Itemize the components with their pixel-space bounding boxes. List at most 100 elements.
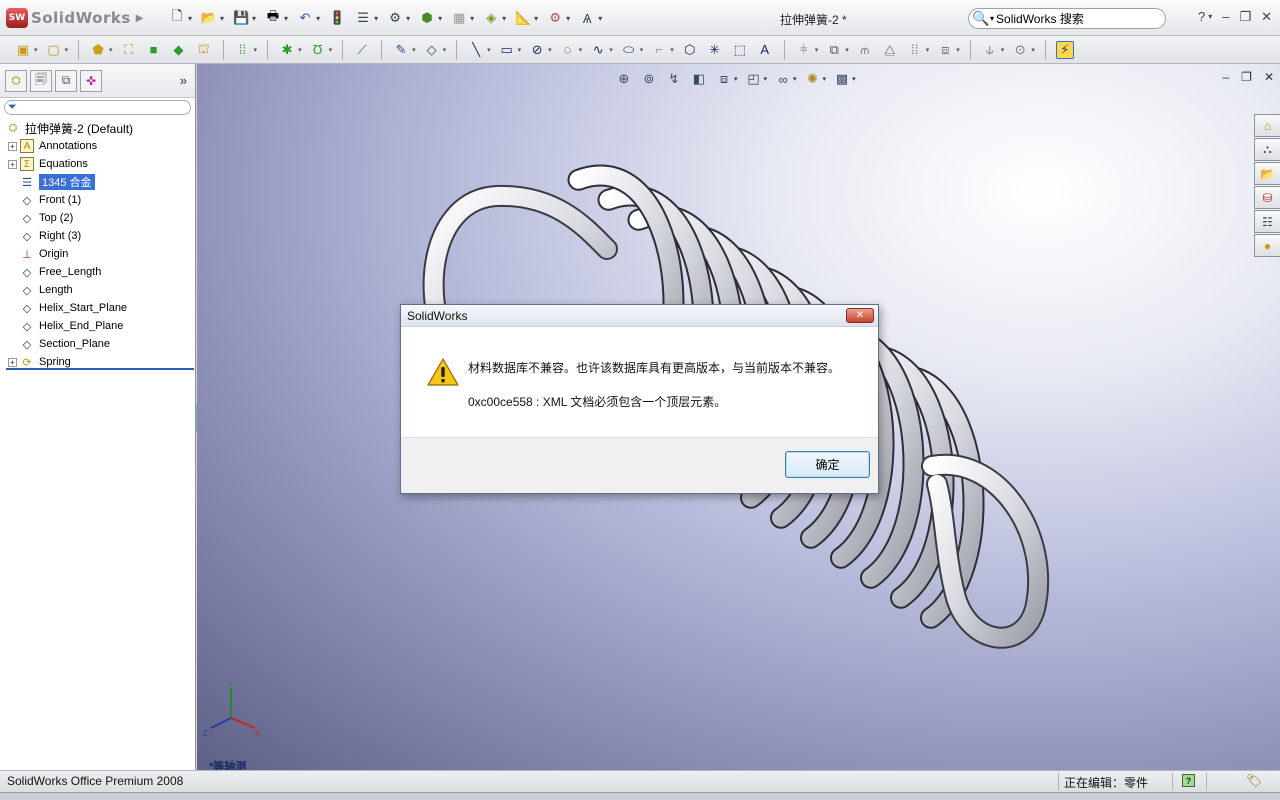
line-icon[interactable]: ╲ [467, 41, 485, 59]
dropdown-icon[interactable]: ▾ [518, 46, 522, 54]
dropdown-icon[interactable]: ▾ [316, 14, 320, 23]
solidworks-logo[interactable]: SW SolidWorks ▶ [6, 7, 143, 29]
text-icon[interactable]: A [756, 41, 774, 59]
fillet-icon[interactable]: ◆ [170, 41, 188, 59]
tree-item[interactable]: ◇ Free_Length [0, 263, 195, 281]
tree-item[interactable]: ◇ Section_Plane [0, 335, 195, 353]
measure-icon[interactable]: 📐 [514, 9, 532, 27]
tree-item[interactable]: ☰ 1345 合金 [0, 173, 195, 191]
point-icon[interactable]: ✳ [706, 41, 724, 59]
ellipse-icon[interactable]: ⬭ [620, 41, 638, 59]
tree-root[interactable]: ⛭ 拉伸弹簧-2 (Default) [0, 119, 195, 137]
feature-manager-tab-icon[interactable]: ⛭ [5, 69, 27, 92]
dropdown-icon[interactable]: ▾ [548, 46, 552, 54]
dimxpert-manager-tab-icon[interactable]: ✜ [80, 69, 102, 92]
expand-icon[interactable]: + [8, 357, 17, 367]
arc-icon[interactable]: ◌ [559, 41, 577, 59]
tree-item[interactable]: ◇ Helix_Start_Plane [0, 299, 195, 317]
configuration-manager-tab-icon[interactable]: ⧉ [55, 69, 77, 92]
dropdown-icon[interactable]: ▾ [252, 14, 256, 23]
tree-item[interactable]: ⊥ Origin [0, 245, 195, 263]
dropdown-icon[interactable]: ▾ [188, 14, 192, 23]
convert-entities-icon[interactable]: ⧉ [825, 41, 843, 59]
save-icon[interactable]: 💾 [232, 9, 250, 27]
search-box[interactable]: 🔍 ▾ SolidWorks 搜索 [968, 8, 1166, 29]
tree-item[interactable]: + Σ Equations [0, 155, 195, 173]
dropdown-icon[interactable]: ▾ [487, 46, 491, 54]
rib-icon[interactable]: ⛫ [195, 41, 213, 59]
sketch-icon[interactable]: ✎ [392, 41, 410, 59]
expand-icon[interactable]: + [8, 159, 17, 169]
dropdown-icon[interactable]: ▾ [65, 46, 69, 54]
dropdown-icon[interactable]: ▾ [374, 14, 378, 23]
dropdown-icon[interactable]: ▾ [1001, 46, 1005, 54]
settings-icon[interactable]: ⚙ [546, 9, 564, 27]
new-icon[interactable]: 🗋 [168, 8, 186, 27]
loft-icon[interactable]: ⛶ [120, 41, 138, 59]
dropdown-icon[interactable]: ▾ [284, 14, 288, 23]
expand-icon[interactable]: + [8, 141, 17, 151]
dropdown-icon[interactable]: ▾ [956, 46, 960, 54]
help-dropdown-icon[interactable]: ▾ [1208, 12, 1212, 25]
tree-item[interactable]: ◇ Right (3) [0, 227, 195, 245]
dropdown-icon[interactable]: ▾ [329, 46, 333, 54]
rectangle-icon[interactable]: ▭ [498, 41, 516, 59]
polygon-icon[interactable]: ⬡ [681, 41, 699, 59]
shell-icon[interactable]: ■ [145, 41, 163, 59]
dropdown-icon[interactable]: ▾ [470, 14, 474, 23]
menu-arrow-icon[interactable]: ▶ [136, 13, 144, 24]
dropdown-icon[interactable]: ▾ [1031, 46, 1035, 54]
extrude-icon[interactable]: ▣ [14, 41, 32, 59]
dropdown-icon[interactable]: ▾ [598, 14, 602, 23]
sketch-pattern-icon[interactable]: ⁞⁞ [906, 41, 924, 59]
dropdown-icon[interactable]: ▾ [502, 14, 506, 23]
search-dropdown-icon[interactable]: ▾ [990, 14, 994, 23]
dropdown-icon[interactable]: ▾ [438, 14, 442, 23]
dropdown-icon[interactable]: ▾ [443, 46, 447, 54]
dropdown-icon[interactable]: ▾ [406, 14, 410, 23]
dropdown-icon[interactable]: ▾ [926, 46, 930, 54]
dropdown-icon[interactable]: ▾ [109, 46, 113, 54]
mirror-icon[interactable]: ⧋ [881, 41, 899, 59]
circle-icon[interactable]: ⊘ [528, 41, 546, 59]
rebuild-icon[interactable]: 🚦 [328, 9, 346, 27]
dropdown-icon[interactable]: ▾ [579, 46, 583, 54]
status-help-icon[interactable]: ? [1182, 774, 1195, 787]
grid-icon[interactable]: ▦ [450, 9, 468, 27]
dropdown-icon[interactable]: ▾ [34, 46, 38, 54]
search-input[interactable]: SolidWorks 搜索 [996, 10, 1084, 27]
close-icon[interactable]: ✕ [1261, 9, 1272, 25]
dropdown-icon[interactable]: ▾ [254, 46, 258, 54]
instant3d-icon[interactable]: ⟋ [353, 41, 371, 59]
ok-button[interactable]: 确定 [785, 451, 870, 478]
spline-icon[interactable]: ∿ [589, 41, 607, 59]
quick-snaps-icon[interactable]: ⚡ [1055, 40, 1074, 59]
tree-filter-input[interactable]: ⏷ [4, 100, 191, 115]
property-manager-tab-icon[interactable]: 🗐 [30, 69, 52, 92]
dropdown-icon[interactable]: ▾ [815, 46, 819, 54]
dropdown-icon[interactable]: ▾ [640, 46, 644, 54]
options-icon[interactable]: ⚙ [386, 9, 404, 27]
minimize-icon[interactable]: – [1222, 9, 1229, 25]
tree-item[interactable]: + A Annotations [0, 137, 195, 155]
reference-geometry-icon[interactable]: ✱ [278, 41, 296, 59]
rollback-bar[interactable] [6, 368, 194, 370]
pattern-icon[interactable]: ⁞⁞ [234, 41, 252, 59]
construction-icon[interactable]: ⬚ [731, 41, 749, 59]
layers-icon[interactable]: ⬢ [418, 9, 436, 27]
move-entities-icon[interactable]: ⧈ [936, 41, 954, 59]
repair-sketch-icon[interactable]: ⊙ [1011, 41, 1029, 59]
dropdown-icon[interactable]: ▾ [298, 46, 302, 54]
dropdown-icon[interactable]: ▾ [670, 46, 674, 54]
tree-item[interactable]: ◇ Length [0, 281, 195, 299]
relations-icon[interactable]: ⫝ [981, 41, 999, 59]
macro-icon[interactable]: Ѧ [578, 9, 596, 27]
dialog-close-button[interactable]: ✕ [846, 308, 874, 323]
open-icon[interactable]: 📂 [200, 9, 218, 27]
dropdown-icon[interactable]: ▾ [412, 46, 416, 54]
tree-item[interactable]: ◇ Helix_End_Plane [0, 317, 195, 335]
file-properties-icon[interactable]: ☰ [354, 9, 372, 27]
print-icon[interactable]: 🖶 [264, 8, 282, 27]
curves-icon[interactable]: Ʊ [309, 41, 327, 59]
undo-icon[interactable]: ↶ [296, 9, 314, 27]
